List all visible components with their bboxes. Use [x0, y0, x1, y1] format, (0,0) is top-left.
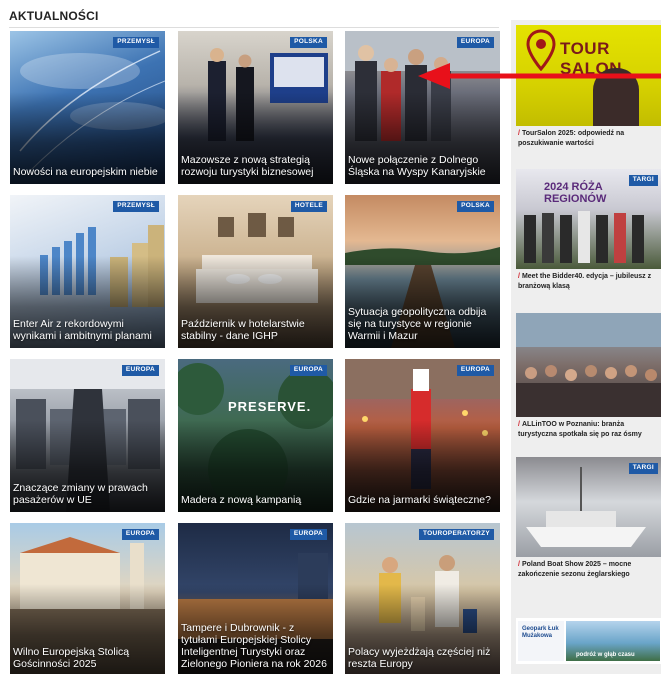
news-card[interactable]: EUROPA Znaczące zmiany w prawach pasażer…: [10, 359, 165, 512]
category-badge[interactable]: EUROPA: [456, 37, 494, 48]
card-title[interactable]: Sytuacja geopolityczna odbija się na tur…: [348, 306, 496, 342]
sidebar-article-title-text: TourSalon 2025: odpowiedź na poszukiwani…: [518, 130, 625, 147]
sidebar-photo-toursalon: TOUR SALON: [516, 25, 661, 126]
news-card[interactable]: PRESERVE. EUROPA Madera z nową kampanią: [178, 359, 333, 512]
slash-marker: /: [518, 561, 520, 568]
category-badge[interactable]: EUROPA: [121, 365, 159, 376]
card-title[interactable]: Tampere i Dubrownik - z tytułami Europej…: [181, 622, 329, 670]
news-grid: PRZEMYSŁ Nowości na europejskim niebie P…: [10, 31, 501, 674]
category-badge[interactable]: HOTELE: [290, 201, 327, 212]
card-title[interactable]: Nowości na europejskim niebie: [13, 166, 161, 178]
location-pin-icon: [526, 29, 556, 71]
category-badge[interactable]: EUROPA: [456, 365, 494, 376]
card-title[interactable]: Enter Air z rekordowymi wynikami i ambit…: [13, 318, 161, 342]
category-badge[interactable]: EUROPA: [121, 529, 159, 540]
sidebar-article[interactable]: 2024 RÓŻA REGIONÓW TARGI / Meet the Bidde…: [516, 169, 661, 292]
category-badge[interactable]: PRZEMYSŁ: [113, 201, 159, 212]
category-badge[interactable]: TARGI: [628, 463, 658, 474]
news-card[interactable]: POLSKA Sytuacja geopolityczna odbija się…: [345, 195, 500, 348]
sidebar-article-title[interactable]: / Meet the Bidder40. edycja – jubileusz z…: [516, 269, 661, 292]
card-title[interactable]: Madera z nową kampanią: [181, 494, 329, 506]
sidebar-article-title-text: ALLinTOO w Poznaniu: branża turystyczna …: [518, 421, 642, 438]
sidebar-article-title-text: Poland Boat Show 2025 – mocne zakończeni…: [518, 561, 632, 578]
card-title[interactable]: Gdzie na jarmarki świąteczne?: [348, 494, 496, 506]
news-card[interactable]: PRZEMYSŁ Nowości na europejskim niebie: [10, 31, 165, 184]
sidebar-article[interactable]: TARGI / Poland Boat Show 2025 – mocne zak…: [516, 457, 661, 580]
sidebar-article-title[interactable]: / ALLinTOO w Poznaniu: branża turystyczna…: [516, 417, 661, 440]
category-badge[interactable]: PRZEMYSŁ: [113, 37, 159, 48]
news-card[interactable]: EUROPA Nowe połączenie z Dolnego Śląska …: [345, 31, 500, 184]
news-card[interactable]: POLSKA Mazowsze z nową strategią rozwoju…: [178, 31, 333, 184]
sidebar-article-title[interactable]: / Poland Boat Show 2025 – mocne zakończen…: [516, 557, 661, 580]
promo-brand: Geopark Łuk Mużakowa: [522, 626, 559, 639]
news-card[interactable]: EUROPA Wilno Europejską Stolicą Gościnno…: [10, 523, 165, 674]
category-badge[interactable]: EUROPA: [289, 365, 327, 376]
category-badge[interactable]: POLSKA: [457, 201, 494, 212]
news-card[interactable]: HOTELE Październik w hotelarstwie stabil…: [178, 195, 333, 348]
category-badge[interactable]: POLSKA: [290, 37, 327, 48]
sidebar-article[interactable]: / ALLinTOO w Poznaniu: branża turystyczna…: [516, 313, 661, 440]
card-title[interactable]: Polacy wyjeżdżają częściej niż reszta Eu…: [348, 646, 496, 670]
promo-caption: podróż w głąb czasu: [576, 652, 635, 658]
news-card[interactable]: EUROPA Tampere i Dubrownik - z tytułami …: [178, 523, 333, 674]
news-card[interactable]: TOUROPERATORZY Polacy wyjeżdżają częście…: [345, 523, 500, 674]
news-card[interactable]: PRZEMYSŁ Enter Air z rekordowymi wynikam…: [10, 195, 165, 348]
category-badge[interactable]: TOUROPERATORZY: [418, 529, 494, 540]
card-title[interactable]: Znaczące zmiany w prawach pasażerów w UE: [13, 482, 161, 506]
section-title: AKTUALNOŚCI: [9, 9, 99, 23]
card-title[interactable]: Wilno Europejską Stolicą Gościnności 202…: [13, 646, 161, 670]
sidebar-article[interactable]: TOUR SALON / TourSalon 2025: odpowiedź na…: [516, 25, 661, 149]
card-title[interactable]: Nowe połączenie z Dolnego Śląska na Wysp…: [348, 154, 496, 178]
promo-photo: podróż w głąb czasu: [566, 621, 660, 661]
category-badge[interactable]: TARGI: [628, 175, 658, 186]
card-title[interactable]: Mazowsze z nową strategią rozwoju turyst…: [181, 154, 329, 178]
card-title[interactable]: Październik w hotelarstwie stabilny - da…: [181, 318, 329, 342]
news-card[interactable]: EUROPA Gdzie na jarmarki świąteczne?: [345, 359, 500, 512]
promo-logo-area: Geopark Łuk Mużakowa: [518, 621, 564, 661]
sidebar-photo-award-ceremony: 2024 RÓŻA REGIONÓW TARGI: [516, 169, 661, 269]
slash-marker: /: [518, 421, 520, 428]
category-badge[interactable]: EUROPA: [289, 529, 327, 540]
slash-marker: /: [518, 273, 520, 280]
promo-banner[interactable]: Geopark Łuk Mużakowa podróż w głąb czasu: [516, 618, 661, 664]
sidebar-photo-crowd: [516, 313, 661, 417]
sidebar-photo-boat-show: TARGI: [516, 457, 661, 557]
sidebar: TOUR SALON / TourSalon 2025: odpowiedź na…: [511, 20, 661, 674]
speaker-figure: [593, 68, 639, 126]
title-divider: [9, 27, 499, 28]
slash-marker: /: [518, 130, 520, 137]
sidebar-article-title-text: Meet the Bidder40. edycja – jubileusz z …: [518, 273, 652, 290]
image-slogan: PRESERVE.: [228, 399, 312, 414]
sidebar-article-title[interactable]: / TourSalon 2025: odpowiedź na poszukiwan…: [516, 126, 661, 149]
